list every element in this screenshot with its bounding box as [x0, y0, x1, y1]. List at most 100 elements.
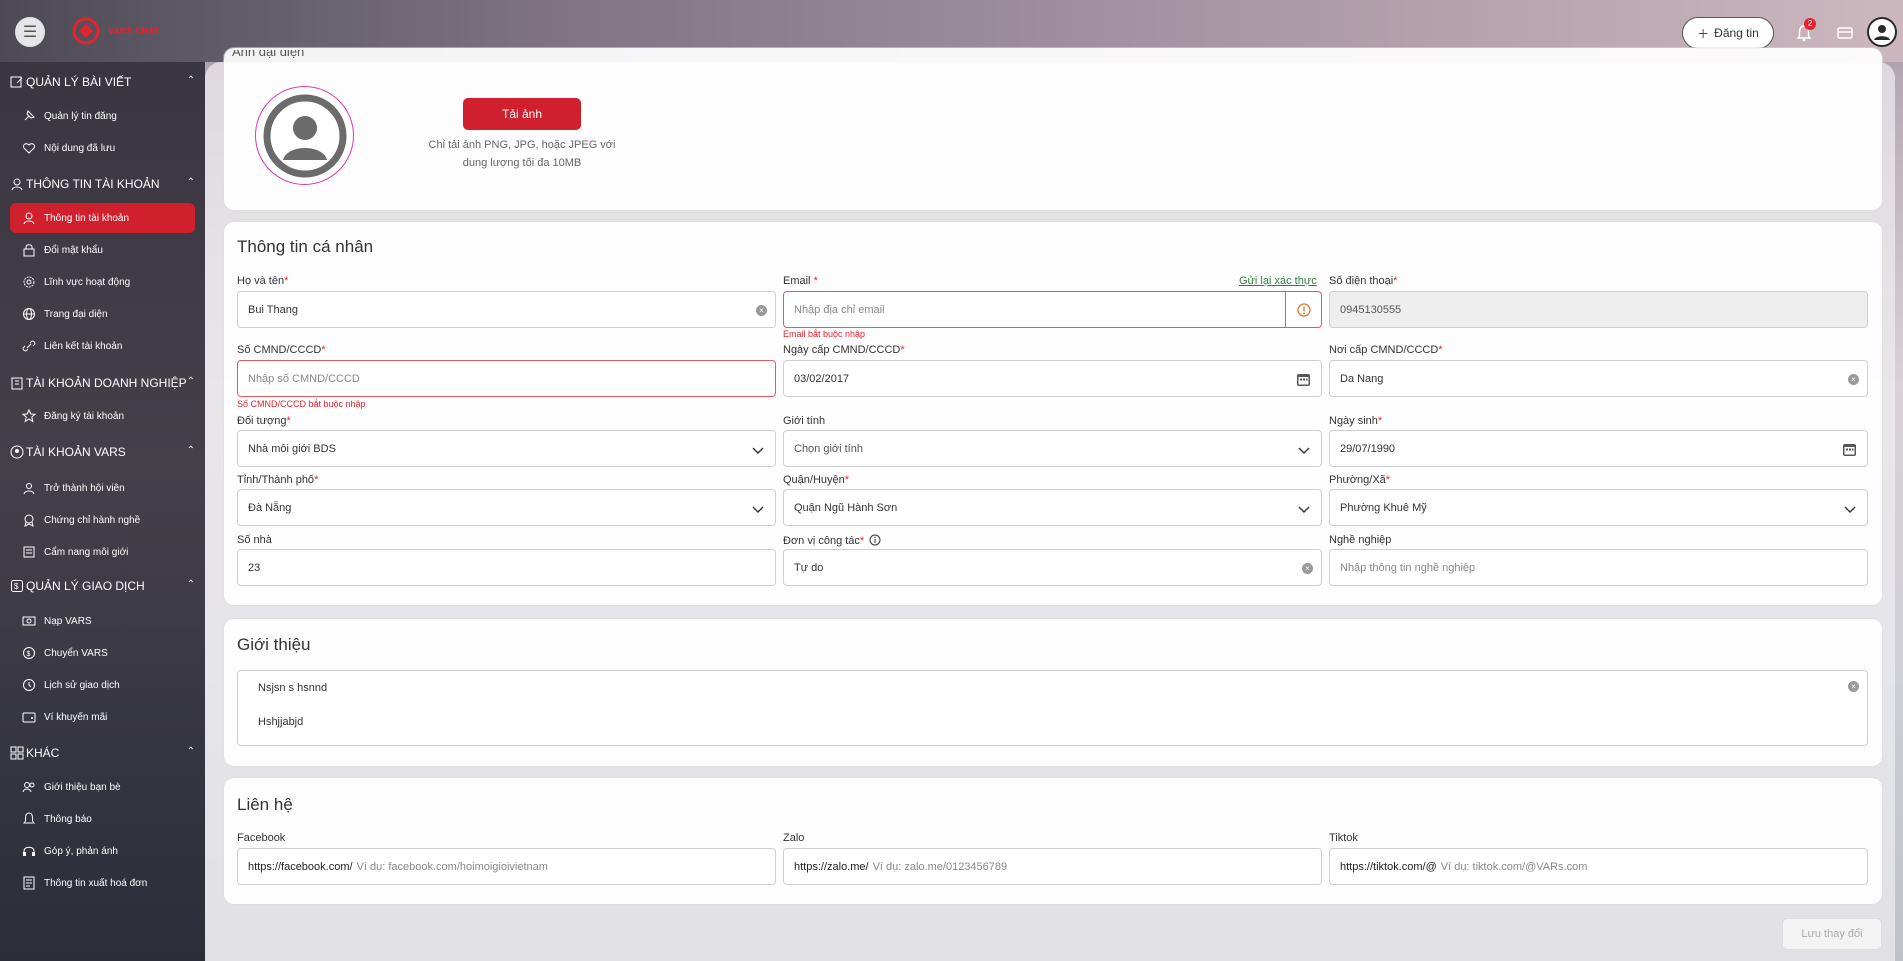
email-input[interactable]: Nhập địa chỉ email	[783, 291, 1322, 328]
sidebar-item-deposit[interactable]: Nạp VARS	[10, 606, 195, 636]
sidebar-group-business[interactable]: TÀI KHOẢN DOANH NGHIỆP ⌃	[10, 373, 195, 393]
logo-icon	[72, 17, 100, 45]
sidebar-group-other[interactable]: KHÁC ⌃	[10, 743, 195, 763]
profile-avatar[interactable]	[255, 86, 354, 185]
email-error: Email bắt buộc nhập	[783, 329, 866, 339]
audience-select[interactable]: Nhà môi giới BDS	[237, 430, 776, 467]
logo[interactable]: VARS CHAT	[70, 14, 160, 48]
sidebar-item-account-info[interactable]: Thông tin tài khoản	[10, 203, 195, 233]
sidebar-item-label: Giới thiệu bạn bè	[44, 781, 121, 793]
clear-icon[interactable]: ×	[756, 305, 767, 316]
chevron-down-icon	[1844, 506, 1856, 513]
sidebar-group-transactions[interactable]: $ QUẢN LÝ GIAO DỊCH ⌃	[10, 576, 195, 596]
sidebar-item-invoice[interactable]: Thông tin xuất hoá đơn	[10, 868, 195, 898]
occupation-input[interactable]: Nhập thông tin nghề nghiệp	[1329, 549, 1868, 586]
province-select[interactable]: Đà Nẵng	[237, 489, 776, 526]
sidebar-item-label: Trở thành hội viên	[44, 482, 125, 494]
clear-icon[interactable]: ×	[1302, 563, 1313, 574]
sidebar-item-label: Chứng chỉ hành nghề	[44, 514, 141, 526]
sidebar-group-vars[interactable]: TÀI KHOẢN VARS ⌃	[10, 442, 195, 462]
birthday-label: Ngày sinh*	[1329, 415, 1383, 427]
users-icon	[22, 782, 35, 793]
sidebar-item-manage-posts[interactable]: Quản lý tin đăng	[10, 101, 195, 131]
workplace-input[interactable]: Tự do ×	[783, 549, 1322, 586]
personal-info-title: Thông tin cá nhân	[237, 237, 374, 256]
upload-hint-line: Chỉ tải ảnh PNG, JPG, hoặc JPEG với	[428, 139, 616, 151]
svg-text:$: $	[27, 651, 31, 658]
contact-card	[224, 778, 1882, 904]
resend-verification-link[interactable]: Gửi lại xác thực	[1239, 275, 1317, 287]
sidebar-item-transfer[interactable]: $ Chuyển VARS	[10, 638, 195, 668]
calendar-icon[interactable]	[1296, 372, 1311, 387]
grid-icon	[10, 746, 24, 760]
facebook-label: Facebook	[237, 832, 286, 844]
sidebar-item-history[interactable]: Lịch sử giao dịch	[10, 670, 195, 700]
district-select[interactable]: Quận Ngũ Hành Sơn	[783, 489, 1322, 526]
edit-icon	[10, 76, 23, 88]
sidebar-item-fields[interactable]: Lĩnh vực hoạt động	[10, 267, 195, 297]
sidebar-item-label: Thông tin tài khoản	[44, 212, 130, 224]
sidebar-item-refer-friends[interactable]: Giới thiệu bạn bè	[10, 772, 195, 802]
sidebar-item-label: Chuyển VARS	[44, 647, 108, 659]
post-listing-button[interactable]: ＋ Đăng tin	[1682, 17, 1774, 49]
logo-text: VARS CHAT	[108, 26, 160, 36]
info-icon[interactable]	[869, 534, 881, 546]
chevron-down-icon	[752, 447, 764, 454]
ward-label: Phường/Xã*	[1329, 474, 1391, 486]
calendar-icon[interactable]	[1842, 442, 1857, 457]
sidebar-item-notifications[interactable]: Thông báo	[10, 804, 195, 834]
sidebar-item-label: Thông báo	[44, 813, 92, 825]
lock-icon	[23, 244, 35, 257]
menu-icon[interactable]: ☰	[15, 17, 45, 47]
sidebar-group-label: TÀI KHOẢN DOANH NGHIỆP	[26, 376, 187, 390]
facebook-input[interactable]: https://facebook.com/ Ví dụ: facebook.co…	[237, 848, 776, 885]
sidebar-group-posts[interactable]: QUẢN LÝ BÀI VIẾT ⌃	[10, 72, 195, 92]
chevron-up-icon: ⌃	[186, 579, 195, 590]
clear-icon[interactable]: ×	[1848, 681, 1859, 692]
clear-icon[interactable]: ×	[1848, 374, 1859, 385]
bell-icon[interactable]: 2	[1792, 18, 1816, 45]
id-place-input[interactable]: Da Nang ×	[1329, 360, 1868, 397]
sidebar-item-label: Đăng ký tài khoản	[44, 410, 125, 422]
intro-textarea[interactable]: Nsjsn s hsnnd Hshjjabjd ×	[237, 670, 1868, 746]
link-icon	[22, 340, 36, 352]
sidebar-group-label: KHÁC	[26, 746, 60, 760]
chevron-up-icon: ⌃	[186, 75, 195, 86]
wallet-icon	[22, 712, 36, 723]
upload-photo-button[interactable]: Tải ảnh	[463, 98, 581, 130]
sidebar-item-saved[interactable]: Nội dung đã lưu	[10, 133, 195, 163]
house-number-input[interactable]: 23	[237, 549, 776, 586]
personal-info-card	[224, 222, 1882, 605]
sidebar-item-become-member[interactable]: Trở thành hội viên	[10, 473, 195, 503]
sidebar-item-change-password[interactable]: Đổi mật khẩu	[10, 235, 195, 265]
sidebar-item-certificate[interactable]: Chứng chỉ hành nghề	[10, 505, 195, 535]
ward-select[interactable]: Phường Khuê Mỹ	[1329, 489, 1868, 526]
wallet-icon[interactable]	[1833, 21, 1857, 45]
avatar-section-title: Ảnh đại diện	[232, 50, 305, 58]
gender-select[interactable]: Chọn giới tính	[783, 430, 1322, 467]
sidebar-group-account[interactable]: THÔNG TIN TÀI KHOẢN ⌃	[10, 174, 195, 194]
chevron-up-icon: ⌃	[186, 746, 195, 757]
sidebar-item-linked-accounts[interactable]: Liên kết tài khoản	[10, 331, 195, 361]
user-avatar[interactable]	[1867, 17, 1897, 47]
birthday-input[interactable]: 29/07/1990	[1329, 430, 1868, 467]
occupation-label: Nghề nghiệp	[1329, 534, 1392, 546]
sidebar-item-register-business[interactable]: Đăng ký tài khoản	[10, 401, 195, 431]
user-icon	[23, 212, 35, 225]
tiktok-input[interactable]: https://tiktok.com/@ Ví dụ: tiktok.com/@…	[1329, 848, 1868, 885]
sidebar-item-label: Nạp VARS	[44, 615, 92, 627]
plus-icon: ＋	[1697, 26, 1710, 41]
zalo-input[interactable]: https://zalo.me/ Ví dụ: zalo.me/01234567…	[783, 848, 1322, 885]
contact-title: Liên hệ	[237, 795, 293, 814]
sidebar-item-feedback[interactable]: Góp ý, phản ánh	[10, 836, 195, 866]
tiktok-label: Tiktok	[1329, 832, 1358, 844]
sidebar-item-handbook[interactable]: Cẩm nang môi giới	[10, 537, 195, 567]
id-number-input[interactable]: Nhập số CMND/CCCD	[237, 360, 776, 397]
sidebar-item-profile-page[interactable]: Trang đại diện	[10, 299, 195, 329]
full-name-input[interactable]: Bui Thang ×	[237, 291, 776, 328]
id-date-input[interactable]: 03/02/2017	[783, 360, 1322, 397]
invoice-icon	[23, 876, 35, 890]
sidebar-item-promo-wallet[interactable]: Ví khuyến mãi	[10, 702, 195, 732]
district-label: Quận/Huyện*	[783, 474, 850, 486]
save-changes-button[interactable]: Lưu thay đổi	[1782, 918, 1882, 950]
